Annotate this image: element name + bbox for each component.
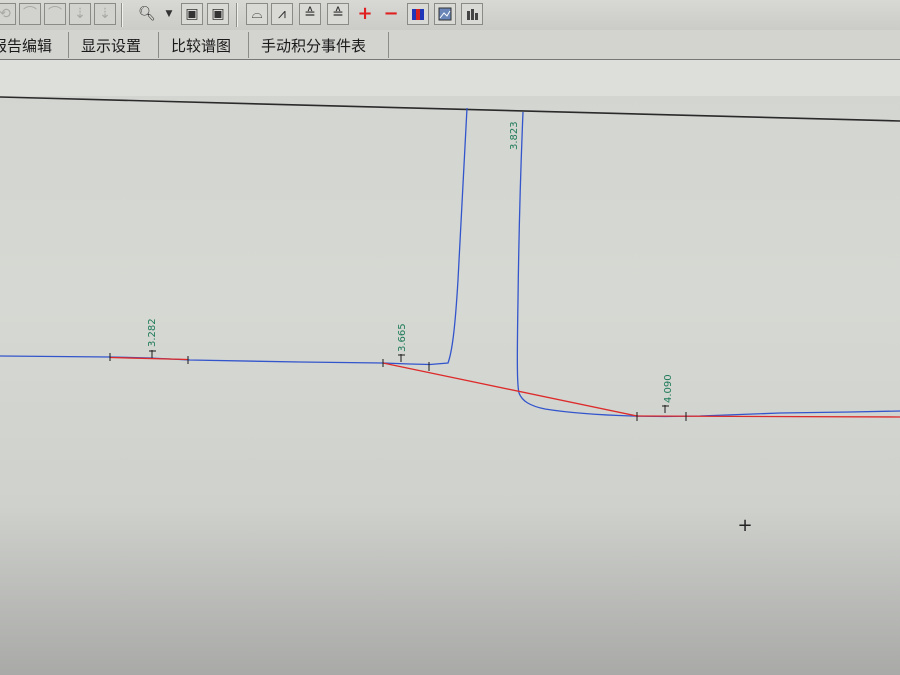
peak-label: 3.823 [509, 121, 520, 150]
plot-top-border [0, 96, 900, 122]
signal-trace [516, 111, 900, 418]
chromatography-workstation-window: ⟲ ⌒ ⌒ ⇣ ⇣ 🔍︎ ▼ ▣ ▣ ⌓ ⩘ ≙ ≙ + − 报告编辑 显示设置… [0, 0, 900, 675]
crosshair-cursor: + [737, 515, 752, 536]
peak-label: 3.282 [147, 318, 158, 347]
chromatogram-plot[interactable]: 3.282 3.665 3.823 4.090 + [0, 0, 900, 675]
peak-label: 4.090 [663, 374, 674, 403]
peak-label: 3.665 [397, 323, 408, 352]
baseline-segment [382, 362, 638, 417]
